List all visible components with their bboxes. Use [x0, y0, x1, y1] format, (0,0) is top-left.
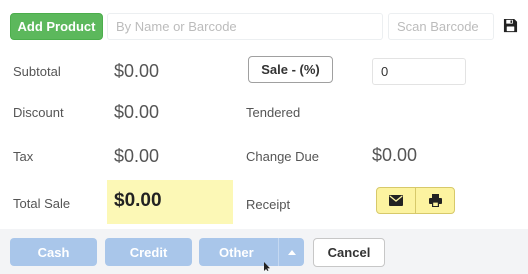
other-dropdown-toggle[interactable] — [278, 238, 304, 266]
total-sale-value: $0.00 — [114, 190, 162, 211]
subtotal-value: $0.00 — [114, 61, 160, 81]
discount-label: Discount — [13, 105, 64, 120]
sale-percent-button[interactable]: Sale - (%) — [248, 56, 333, 83]
tendered-input[interactable] — [372, 98, 466, 125]
tendered-label: Tendered — [246, 105, 301, 120]
email-receipt-button[interactable] — [377, 188, 415, 213]
change-due-label: Change Due — [246, 149, 319, 164]
toolbar: Add Product — [0, 0, 528, 50]
subtotal-label: Subtotal — [13, 64, 61, 79]
discount-percent-input[interactable] — [372, 58, 466, 85]
tax-label: Tax — [13, 149, 34, 164]
cash-button[interactable]: Cash — [10, 238, 97, 266]
cancel-button[interactable]: Cancel — [313, 238, 385, 267]
credit-button[interactable]: Credit — [105, 238, 192, 266]
caret-up-icon — [287, 249, 296, 255]
mouse-cursor-icon — [264, 262, 270, 271]
add-product-button[interactable]: Add Product — [10, 13, 103, 40]
printer-icon — [428, 194, 442, 207]
discount-value: $0.00 — [114, 102, 160, 122]
total-sale-label: Total Sale — [13, 196, 71, 211]
receipt-button-group — [376, 187, 455, 214]
floppy-disk-icon[interactable] — [503, 18, 518, 33]
receipt-label: Receipt — [246, 197, 291, 212]
change-due-value: $0.00 — [372, 145, 418, 165]
barcode-input[interactable] — [388, 13, 494, 40]
tax-value: $0.00 — [114, 146, 160, 166]
print-receipt-button[interactable] — [415, 188, 454, 213]
envelope-icon — [389, 195, 403, 206]
product-search-input[interactable] — [107, 13, 383, 40]
